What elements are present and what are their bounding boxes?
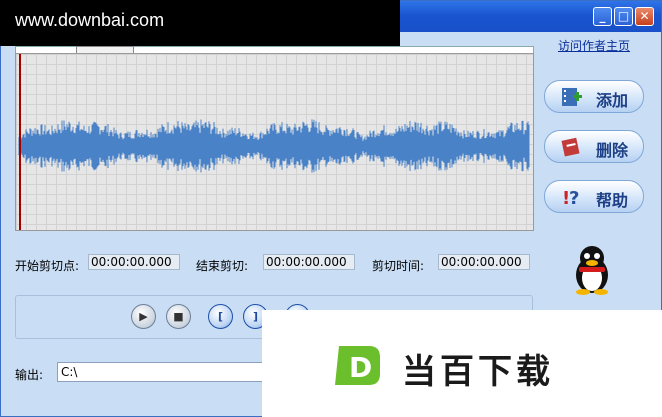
end-cut-field[interactable]: 00:00:00.000 <box>263 254 355 270</box>
maximize-button[interactable]: □ <box>614 7 633 26</box>
end-cut-label: 结束剪切: <box>196 259 249 273</box>
playhead-line[interactable] <box>19 54 21 230</box>
watermark-text: www.downbai.com <box>15 10 165 30</box>
delete-button-label: 删除 <box>596 141 629 160</box>
downbai-logo-icon: D <box>335 346 380 385</box>
waveform-path <box>18 119 530 173</box>
close-button[interactable]: ✕ <box>635 7 654 26</box>
stop-button[interactable]: ■ <box>166 304 191 329</box>
help-button[interactable]: ! ? 帮助 <box>544 180 644 213</box>
start-cut-field[interactable]: 00:00:00.000 <box>88 254 180 270</box>
play-button[interactable]: ▶ <box>131 304 156 329</box>
mark-in-button[interactable]: [ <box>208 304 233 329</box>
output-path-field[interactable]: C:\ <box>57 362 267 382</box>
delete-film-icon <box>561 137 580 157</box>
promo-text: 当百下载 <box>402 352 554 392</box>
author-homepage-link[interactable]: 访问作者主页 <box>558 37 630 54</box>
add-button-label: 添加 <box>596 91 629 110</box>
qq-penguin-icon <box>576 246 608 295</box>
promo-watermark: D 当百下载 <box>262 310 662 417</box>
help-icon: ! ? <box>562 188 579 208</box>
add-film-icon <box>562 88 582 106</box>
waveform-graph <box>18 119 530 173</box>
cut-duration-label: 剪切时间: <box>372 259 425 273</box>
stop-icon: ■ <box>173 310 184 323</box>
svg-text:?: ? <box>569 188 579 208</box>
output-label: 输出: <box>15 368 44 382</box>
site-watermark: www.downbai.com <box>0 0 400 46</box>
waveform-panel[interactable] <box>15 53 534 231</box>
play-icon: ▶ <box>139 310 148 323</box>
add-button[interactable]: 添加 <box>544 80 644 113</box>
minimize-button[interactable]: _ <box>593 7 612 26</box>
start-cut-label: 开始剪切点: <box>15 259 80 273</box>
delete-button[interactable]: 删除 <box>544 130 644 163</box>
logo-letter: D <box>349 351 372 384</box>
bracket-open-icon: [ <box>217 310 224 323</box>
cut-duration-field[interactable]: 00:00:00.000 <box>438 254 530 270</box>
help-button-label: 帮助 <box>596 191 629 210</box>
